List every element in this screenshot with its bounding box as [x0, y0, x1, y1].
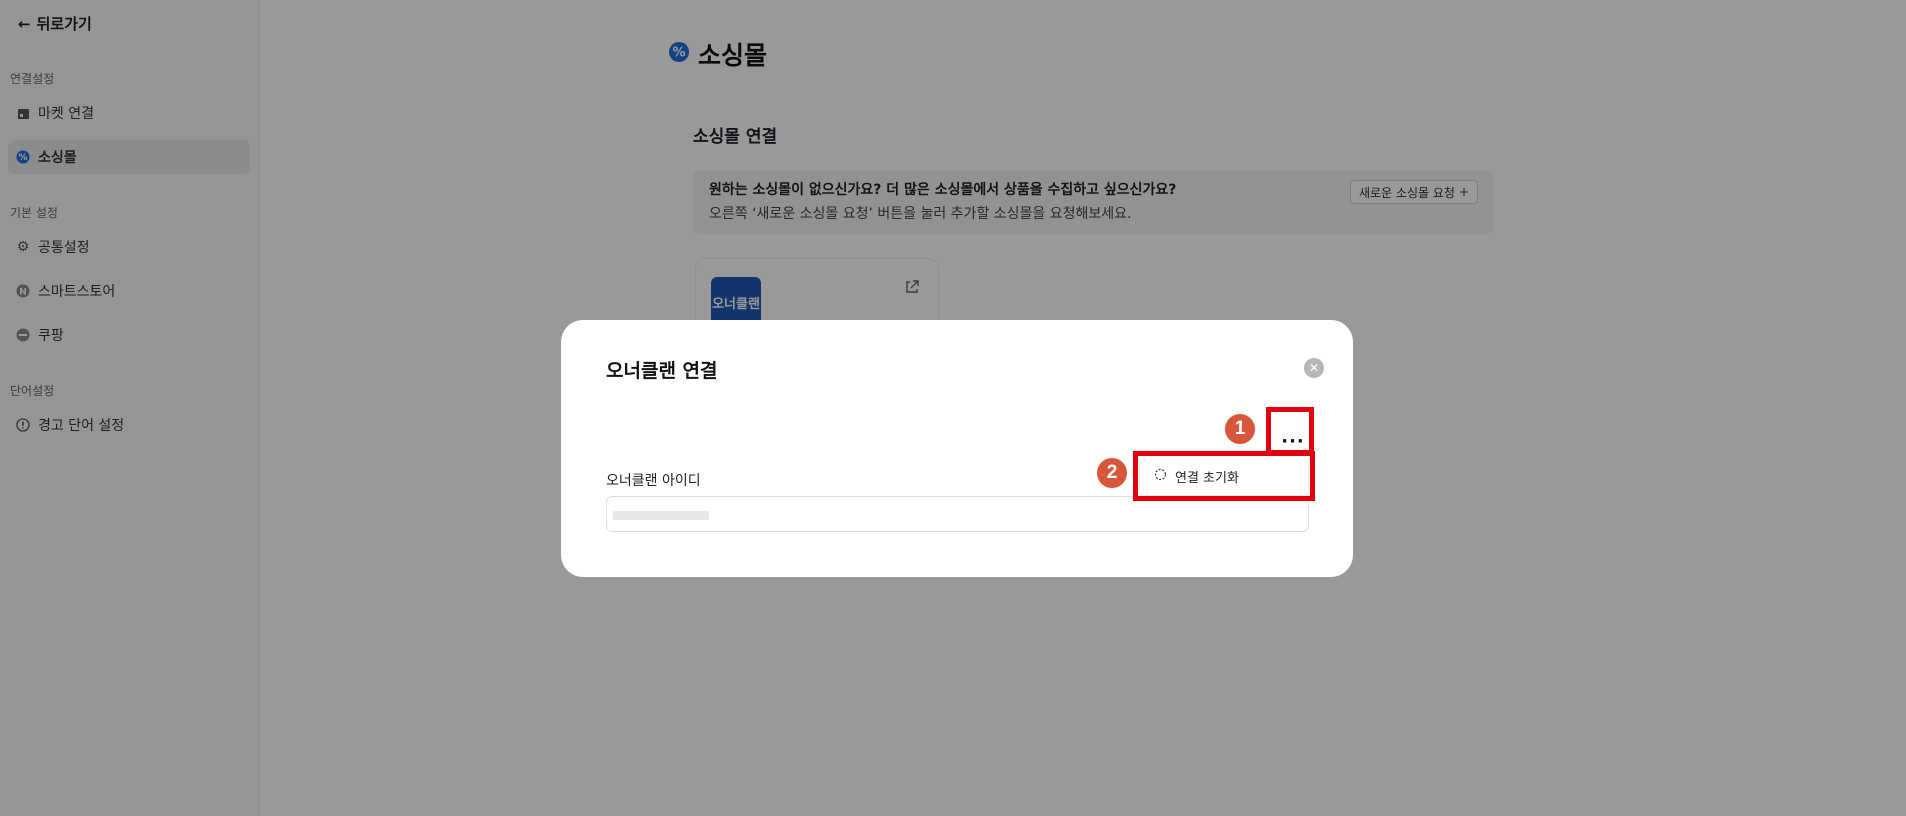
ownerclan-id-label: 오너클랜 아이디 [606, 473, 701, 489]
ownerclan-id-input[interactable] [606, 496, 1309, 532]
highlight-reset-item [1133, 451, 1315, 501]
step-badge-1: 1 [1223, 412, 1257, 446]
step-badge-2: 2 [1095, 456, 1129, 490]
connect-modal: 오너클랜 연결 ✕ ··· 오너클랜 아이디 [561, 320, 1353, 577]
highlight-more-button [1266, 407, 1314, 455]
close-icon[interactable]: ✕ [1304, 358, 1324, 378]
modal-title: 오너클랜 연결 [606, 360, 718, 382]
masked-value [613, 511, 709, 520]
